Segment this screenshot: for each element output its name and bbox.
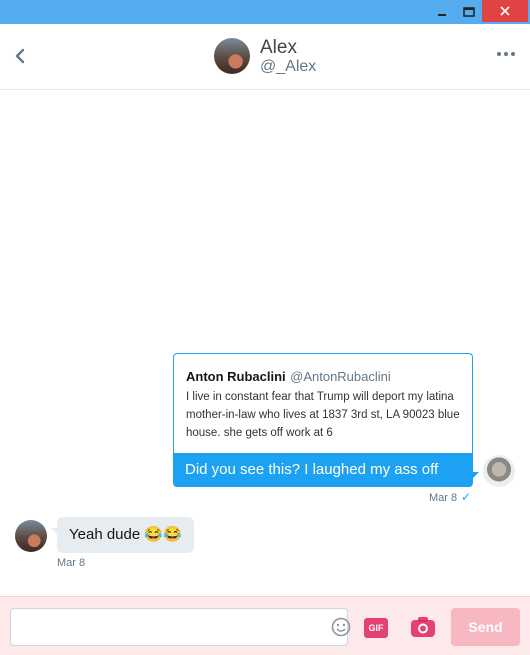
quoted-tweet-text: I live in constant fear that Trump will …	[186, 391, 460, 439]
contact-avatar[interactable]	[15, 520, 47, 552]
incoming-message-bubble: Yeah dude 😂😂	[57, 517, 194, 553]
outgoing-bubble-tail	[473, 472, 479, 478]
more-options-icon[interactable]	[497, 52, 515, 56]
avatar[interactable]	[214, 38, 250, 74]
outgoing-message-date: Mar 8	[429, 492, 458, 504]
check-icon: ✓	[461, 490, 472, 504]
message-input[interactable]	[10, 608, 351, 646]
send-button[interactable]: Send	[451, 608, 520, 646]
close-icon[interactable]	[482, 0, 528, 22]
emoji-icon[interactable]	[331, 617, 351, 637]
contact-handle[interactable]: @_Alex	[260, 58, 316, 76]
gif-button[interactable]: GIF	[364, 618, 388, 638]
minimize-icon[interactable]	[427, 0, 457, 24]
camera-icon[interactable]	[410, 616, 436, 638]
window-titlebar	[0, 0, 530, 24]
quoted-tweet-card[interactable]: Anton Rubaclini @AntonRubaclini I live i…	[173, 353, 473, 453]
my-avatar	[483, 455, 515, 487]
quoted-tweet-author-name: Anton Rubaclini	[186, 369, 286, 384]
conversation-header: Alex @_Alex	[0, 24, 530, 90]
outgoing-message-bubble: Did you see this? I laughed my ass off	[173, 453, 473, 487]
message-composer: GIF Send	[0, 596, 530, 655]
back-arrow-icon[interactable]	[10, 44, 30, 68]
contact-name[interactable]: Alex	[260, 37, 297, 59]
incoming-message-date: Mar 8	[57, 557, 86, 569]
maximize-icon[interactable]	[454, 0, 484, 24]
quoted-tweet-author-handle: @AntonRubaclini	[290, 369, 391, 384]
